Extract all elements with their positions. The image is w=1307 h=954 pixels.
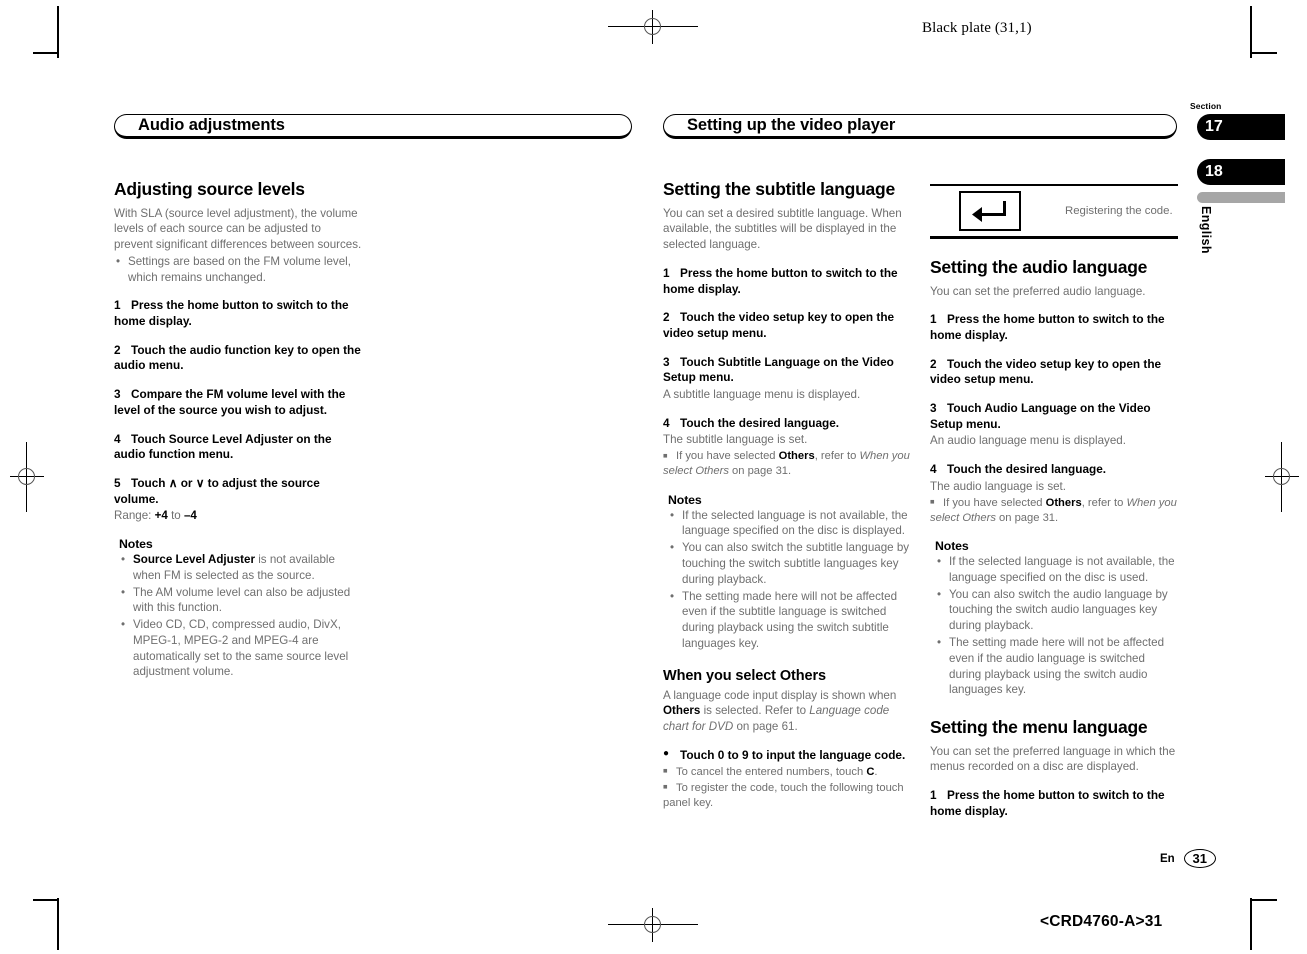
section-tab-17: 17 bbox=[1197, 114, 1285, 140]
intro-audio-language: You can set the preferred audio language… bbox=[930, 284, 1146, 298]
list-item: You can also switch the subtitle languag… bbox=[668, 540, 911, 587]
square-note-cancel: To cancel the entered numbers, touch C. bbox=[663, 765, 911, 780]
heading-setting-audio-language: Setting the audio language bbox=[930, 257, 1148, 277]
step-5: 5 Touch ∧ or ∨ to adjust the source volum… bbox=[114, 475, 320, 506]
list-item: The AM volume level can also be adjusted… bbox=[119, 585, 362, 617]
step-3: 3 Touch Subtitle Language on the Video Se… bbox=[663, 354, 894, 385]
notes-list: Source Level Adjuster is not available w… bbox=[119, 552, 362, 680]
step-1: 1 Press the home button to switch to the … bbox=[114, 298, 349, 329]
step-touch-0-to-9: Touch 0 to 9 to input the language code. bbox=[663, 747, 911, 764]
section-label: Section bbox=[1190, 101, 1222, 111]
result-step-3: An audio language menu is displayed. bbox=[930, 434, 1126, 448]
heading-setting-menu-language: Setting the menu language bbox=[930, 717, 1148, 738]
figure-caption: Registering the code. bbox=[1065, 205, 1173, 217]
crop-mark-bottom-left-horizontal bbox=[33, 899, 58, 901]
square-note-register: To register the code, touch the followin… bbox=[663, 781, 911, 811]
intro-menu-language: You can set the preferred language in wh… bbox=[930, 744, 1176, 774]
step-2: 2 Touch the video setup key to open the v… bbox=[930, 356, 1162, 387]
registration-mark-top bbox=[608, 10, 698, 44]
heading-when-you-select-others: When you select Others bbox=[663, 667, 826, 684]
section-tab-18: 18 bbox=[1197, 159, 1285, 185]
footer-document-code: <CRD4760-A>31 bbox=[1040, 913, 1163, 930]
crop-mark-bottom-right-horizontal bbox=[1252, 899, 1277, 901]
heading-setting-subtitle-language: Setting the subtitle language bbox=[663, 179, 895, 199]
page-number-badge: 31 bbox=[1183, 849, 1216, 868]
step-1-menu: 1 Press the home button to switch to the … bbox=[930, 788, 1165, 818]
chapter-title-mid: Setting up the video player bbox=[687, 116, 896, 134]
square-note-others: If you have selected Others, refer to Wh… bbox=[663, 449, 911, 479]
crop-mark-top-right-horizontal bbox=[1252, 52, 1277, 54]
chapter-title-bar-video-player: Setting up the video player bbox=[663, 114, 1177, 139]
range-line: Range: +4 to –4 bbox=[114, 509, 197, 523]
step-3: 3 Compare the FM volume level with the le… bbox=[114, 387, 346, 417]
step-2: 2 Touch the audio function key to open th… bbox=[114, 342, 361, 373]
list-item: The setting made here will not be affect… bbox=[668, 589, 911, 652]
figure-registering-the-code: Registering the code. bbox=[930, 184, 1178, 239]
column-audio-menu-language: Setting the audio language You can set t… bbox=[930, 257, 1178, 820]
figure-inner: Registering the code. bbox=[930, 186, 1178, 236]
registration-mark-right bbox=[1265, 442, 1299, 512]
list-item: If the selected language is not availabl… bbox=[668, 508, 911, 540]
registration-mark-bottom bbox=[608, 908, 698, 942]
result-step-4: The audio language is set. bbox=[930, 479, 1067, 493]
square-note-others: If you have selected Others, refer to Wh… bbox=[930, 496, 1178, 526]
list-item: If the selected language is not availabl… bbox=[935, 554, 1178, 586]
enter-return-arrow-icon bbox=[959, 191, 1021, 231]
crop-mark-top-left-horizontal bbox=[33, 52, 58, 54]
step-4: 4 Touch Source Level Adjuster on the audi… bbox=[114, 431, 332, 462]
result-step-4: The subtitle language is set. bbox=[663, 433, 808, 447]
step-4: 4 Touch the desired language. bbox=[663, 415, 840, 430]
notes-title: Notes bbox=[119, 537, 153, 552]
chapter-title-bar-audio-adjustments: Audio adjustments bbox=[114, 114, 632, 139]
step-1: 1 Press the home button to switch to the … bbox=[930, 312, 1165, 343]
crop-mark-top-left-vertical bbox=[57, 6, 59, 58]
notes-block-audio: Notes If the selected language is not av… bbox=[930, 539, 1178, 698]
figure-rule-bottom bbox=[930, 236, 1178, 239]
chapter-title-left: Audio adjustments bbox=[138, 116, 285, 134]
result-step-3: A subtitle language menu is displayed. bbox=[663, 388, 861, 402]
step-3: 3 Touch Audio Language on the Video Setup… bbox=[930, 401, 1151, 431]
language-code-label: En bbox=[1160, 852, 1175, 865]
list-item: Source Level Adjuster is not available w… bbox=[119, 552, 362, 584]
black-plate-marker: Black plate (31,1) bbox=[922, 20, 1032, 36]
list-item: The setting made here will not be affect… bbox=[935, 635, 1178, 698]
list-item: You can also switch the audio language b… bbox=[935, 587, 1178, 634]
section-tab-gray-bar bbox=[1197, 192, 1285, 203]
heading-adjusting-source-levels: Adjusting source levels bbox=[114, 179, 305, 199]
intro-bullet-list: Settings are based on the FM volume leve… bbox=[114, 254, 362, 286]
crop-mark-bottom-right-vertical bbox=[1250, 898, 1252, 950]
notes-block-left: Notes Source Level Adjuster is not avail… bbox=[114, 537, 362, 680]
intro-subtitle-language: You can set a desired subtitle language.… bbox=[663, 206, 902, 252]
column-audio-adjustments: Adjusting source levels With SLA (source… bbox=[114, 179, 362, 680]
list-item: Settings are based on the FM volume leve… bbox=[114, 254, 362, 286]
list-item: Video CD, CD, compressed audio, DivX, MP… bbox=[119, 617, 362, 680]
intro-when-you-select-others: A language code input display is shown w… bbox=[663, 688, 897, 734]
intro-adjusting-source-levels: With SLA (source level adjustment), the … bbox=[114, 206, 362, 252]
crop-mark-bottom-left-vertical bbox=[57, 898, 59, 950]
notes-title: Notes bbox=[935, 539, 969, 554]
page-number-group: En 31 bbox=[1160, 849, 1216, 868]
notes-list: If the selected language is not availabl… bbox=[668, 508, 911, 652]
crop-mark-top-right-vertical bbox=[1250, 6, 1252, 58]
step-2: 2 Touch the video setup key to open the v… bbox=[663, 310, 895, 340]
step-1: 1 Press the home button to switch to the … bbox=[663, 265, 898, 296]
column-subtitle-language: Setting the subtitle language You can se… bbox=[663, 179, 911, 811]
notes-title: Notes bbox=[668, 492, 702, 507]
notes-list: If the selected language is not availabl… bbox=[935, 554, 1178, 698]
language-marker: English bbox=[1199, 206, 1213, 254]
notes-block-subtitle: Notes If the selected language is not av… bbox=[663, 493, 911, 652]
registration-mark-left bbox=[10, 442, 44, 512]
step-4: 4 Touch the desired language. bbox=[930, 462, 1107, 477]
